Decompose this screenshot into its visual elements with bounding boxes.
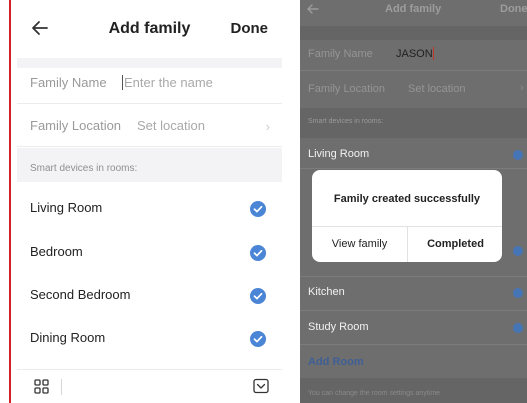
room-name: Living Room [30, 200, 103, 215]
checked-icon[interactable] [250, 245, 266, 261]
room-name-study-room: Study Room [308, 321, 369, 333]
divider [300, 70, 527, 71]
room-name-kitchen: Kitchen [308, 286, 345, 298]
family-name-label: Family Name [30, 75, 107, 90]
keyboard-hide-icon[interactable] [253, 378, 269, 394]
page-title: Add family [385, 3, 442, 15]
family-name-row: Family Name Enter the name [17, 64, 282, 104]
add-family-success-screen: Add family Done Family Name JASON Family… [300, 0, 527, 403]
checked-icon[interactable] [250, 331, 266, 347]
room-name: Bedroom [30, 244, 83, 259]
family-location-label: Family Location [30, 118, 122, 133]
section-header: Smart devices in rooms: [17, 148, 282, 182]
grid-icon[interactable] [34, 379, 49, 394]
success-dialog: Family created successfully View family … [312, 170, 502, 262]
checked-icon [513, 246, 523, 256]
section-label: Smart devices in rooms: [30, 163, 138, 174]
divider [300, 310, 527, 311]
divider [300, 344, 527, 345]
chevron-right-icon: › [265, 119, 270, 134]
add-room-button: Add Room [308, 356, 364, 368]
divider [61, 379, 62, 395]
family-name-placeholder: Enter the name [124, 75, 213, 90]
room-row-living-room[interactable]: Living Room [17, 186, 282, 230]
room-row-bedroom[interactable]: Bedroom [17, 230, 282, 274]
checked-icon [513, 288, 523, 298]
family-name-label: Family Name [308, 48, 373, 60]
divider [300, 276, 527, 277]
checked-icon[interactable] [250, 201, 266, 217]
add-family-screen: Add family Done Family Name Enter the na… [17, 0, 282, 403]
done-button[interactable]: Done [231, 20, 269, 37]
header: Add family Done [17, 0, 282, 58]
keyboard-toolbar [17, 369, 282, 403]
family-location-value: Set location [137, 118, 205, 133]
family-location-label: Family Location [308, 83, 386, 95]
checked-icon [513, 323, 523, 333]
footer-note: You can change the room settings anytime [308, 390, 441, 397]
red-border-line [9, 0, 11, 403]
checked-icon[interactable] [250, 288, 266, 304]
room-row-second-bedroom[interactable]: Second Bedroom [17, 273, 282, 317]
room-name: Dining Room [30, 330, 106, 345]
section-label: Smart devices in rooms: [308, 118, 384, 125]
text-cursor [433, 47, 434, 60]
room-row-dining-room[interactable]: Dining Room [17, 316, 282, 360]
back-arrow-icon [307, 4, 319, 14]
room-name-living-room: Living Room [308, 148, 370, 160]
spacer [300, 26, 527, 40]
family-name-value: JASON [396, 48, 433, 60]
view-family-button[interactable]: View family [312, 227, 407, 262]
done-button: Done [500, 3, 527, 15]
room-name: Second Bedroom [30, 287, 131, 302]
divider [300, 168, 527, 169]
family-location-row[interactable]: Family Location Set location › [17, 107, 282, 147]
dialog-message: Family created successfully [333, 193, 481, 205]
completed-button[interactable]: Completed [408, 227, 503, 262]
family-name-input[interactable]: Enter the name [122, 75, 213, 90]
family-location-value: Set location [408, 83, 466, 95]
checked-icon [513, 150, 523, 160]
chevron-right-icon: › [520, 82, 524, 94]
text-cursor [122, 75, 123, 90]
